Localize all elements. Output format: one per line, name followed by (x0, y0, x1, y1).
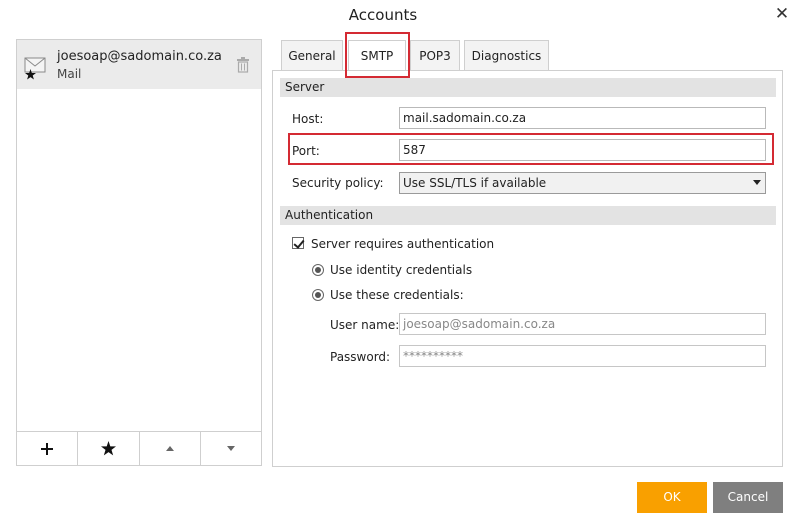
tab-general[interactable]: General (281, 40, 343, 70)
chevron-down-icon (753, 180, 761, 185)
account-list: joesoap@sadomain.co.za Mail (16, 39, 262, 466)
port-input[interactable]: 587 (399, 139, 766, 161)
ok-button[interactable]: OK (637, 482, 707, 513)
server-section-header: Server (280, 78, 776, 97)
use-these-credentials-radio[interactable] (312, 289, 324, 301)
port-label: Port: (292, 144, 320, 158)
star-icon (25, 69, 36, 80)
dialog-title: Accounts (348, 6, 418, 24)
requires-auth-label[interactable]: Server requires authentication (311, 237, 494, 251)
security-policy-label: Security policy: (292, 176, 384, 190)
radio-dot (315, 292, 321, 298)
trash-icon[interactable] (236, 57, 250, 73)
star-icon (100, 441, 116, 456)
username-input[interactable]: joesoap@sadomain.co.za (399, 313, 766, 335)
security-policy-value: Use SSL/TLS if available (403, 176, 547, 190)
use-identity-label[interactable]: Use identity credentials (330, 263, 472, 277)
set-default-button[interactable] (78, 432, 140, 465)
host-input[interactable]: mail.sadomain.co.za (399, 107, 766, 129)
security-policy-select[interactable]: Use SSL/TLS if available (399, 172, 766, 194)
password-input[interactable]: ********** (399, 345, 766, 367)
close-icon[interactable]: ✕ (774, 6, 790, 23)
tab-smtp[interactable]: SMTP (348, 40, 406, 71)
use-these-credentials-label[interactable]: Use these credentials: (330, 288, 464, 302)
arrow-up-icon (165, 446, 174, 451)
account-item[interactable]: joesoap@sadomain.co.za Mail (17, 40, 261, 89)
cancel-button[interactable]: Cancel (713, 482, 783, 513)
plus-icon (41, 442, 54, 455)
tab-diagnostics[interactable]: Diagnostics (464, 40, 549, 70)
move-up-button[interactable] (140, 432, 201, 465)
requires-auth-checkbox[interactable] (292, 237, 304, 249)
add-account-button[interactable] (17, 432, 79, 465)
move-down-button[interactable] (201, 432, 261, 465)
arrow-down-icon (226, 446, 235, 451)
radio-dot (315, 267, 321, 273)
host-label: Host: (292, 112, 324, 126)
account-toolbar (17, 431, 261, 465)
account-email: joesoap@sadomain.co.za (57, 49, 222, 64)
tab-pop3[interactable]: POP3 (410, 40, 460, 70)
password-label: Password: (330, 350, 391, 364)
account-type: Mail (57, 67, 82, 81)
use-identity-radio[interactable] (312, 264, 324, 276)
username-label: User name: (330, 318, 400, 332)
authentication-section-header: Authentication (280, 206, 776, 225)
